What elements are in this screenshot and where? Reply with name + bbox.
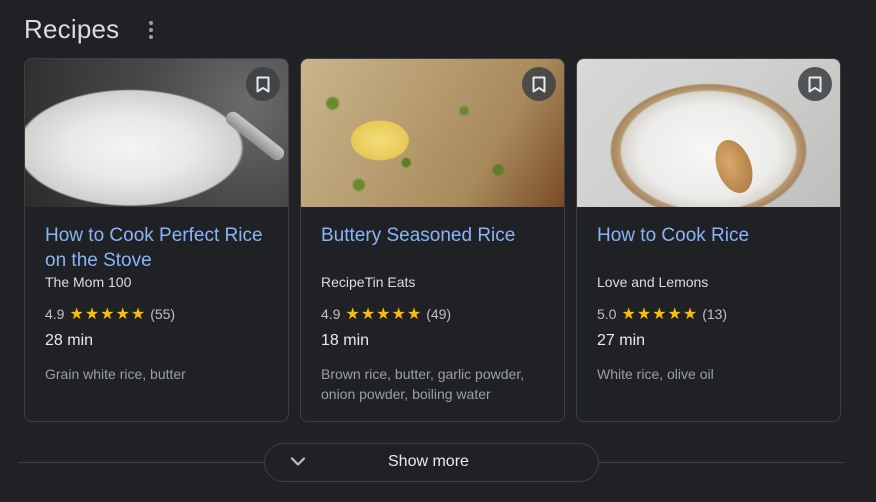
rating-row: 4.9 ★★★★★ (55) <box>45 304 268 324</box>
cook-time: 18 min <box>321 332 370 349</box>
recipe-title[interactable]: Buttery Seasoned Rice <box>321 223 544 273</box>
cook-time: 27 min <box>597 332 646 349</box>
recipe-image[interactable] <box>577 59 840 207</box>
recipe-source: Love and Lemons <box>597 274 709 290</box>
recipe-source: RecipeTin Eats <box>321 274 416 290</box>
ingredients: White rice, olive oil <box>597 366 714 382</box>
review-count: (13) <box>702 306 728 322</box>
recipe-card[interactable]: Buttery Seasoned Rice RecipeTin Eats 4.9… <box>300 58 565 422</box>
recipe-title[interactable]: How to Cook Perfect Rice on the Stove <box>45 223 268 273</box>
rating-value: 5.0 <box>597 306 617 322</box>
bookmark-icon <box>532 76 546 92</box>
star-rating-icon: ★★★★★ <box>621 306 699 323</box>
star-rating-icon: ★★★★★ <box>69 306 147 323</box>
bookmark-button[interactable] <box>798 67 832 101</box>
recipe-source: The Mom 100 <box>45 274 132 290</box>
show-more-button[interactable]: Show more <box>264 443 599 482</box>
rating-value: 4.9 <box>45 306 65 322</box>
more-vert-icon[interactable] <box>143 18 159 42</box>
rating-value: 4.9 <box>321 306 341 322</box>
recipe-image[interactable] <box>25 59 288 207</box>
show-more-label: Show more <box>388 453 469 470</box>
review-count: (49) <box>426 306 452 322</box>
bookmark-button[interactable] <box>246 67 280 101</box>
cook-time: 28 min <box>45 332 94 349</box>
divider <box>598 462 844 463</box>
review-count: (55) <box>150 306 176 322</box>
recipe-card[interactable]: How to Cook Rice Love and Lemons 5.0 ★★★… <box>576 58 841 422</box>
chevron-down-icon <box>290 457 306 466</box>
star-rating-icon: ★★★★★ <box>345 306 423 323</box>
bookmark-icon <box>256 76 270 92</box>
rating-row: 4.9 ★★★★★ (49) <box>321 304 544 324</box>
recipe-card[interactable]: How to Cook Perfect Rice on the Stove Th… <box>24 58 289 422</box>
divider <box>18 462 264 463</box>
section-title: Recipes <box>24 14 120 44</box>
ingredients: Brown rice, butter, garlic powder, onion… <box>321 366 525 402</box>
recipe-title[interactable]: How to Cook Rice <box>597 223 820 273</box>
ingredients: Grain white rice, butter <box>45 366 186 382</box>
section-header: Recipes <box>24 14 159 45</box>
bookmark-icon <box>808 76 822 92</box>
recipe-image[interactable] <box>301 59 564 207</box>
recipe-cards: How to Cook Perfect Rice on the Stove Th… <box>24 58 841 422</box>
bookmark-button[interactable] <box>522 67 556 101</box>
rating-row: 5.0 ★★★★★ (13) <box>597 304 820 324</box>
